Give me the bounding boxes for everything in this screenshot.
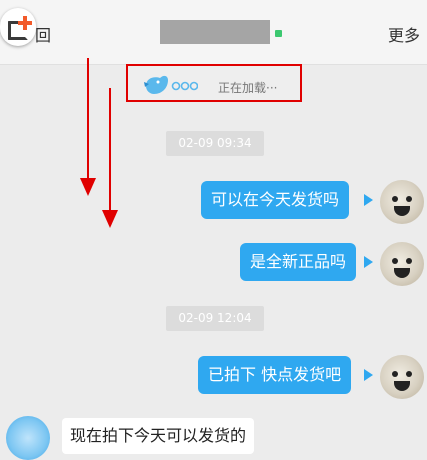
- contact-name-redacted: [160, 20, 270, 44]
- back-button[interactable]: 回: [35, 22, 51, 46]
- loading-text: 正在加载···: [218, 81, 278, 95]
- outgoing-message[interactable]: 是全新正品吗: [240, 243, 357, 281]
- arrow-down-icon: [102, 88, 118, 230]
- online-status-dot: [275, 30, 282, 37]
- bird-loading-icon: [144, 75, 198, 94]
- outgoing-message[interactable]: 可以在今天发货吗: [201, 181, 350, 219]
- bubble-tail: [364, 256, 373, 268]
- avatar[interactable]: [380, 355, 424, 399]
- bubble-tail: [364, 369, 373, 381]
- avatar[interactable]: [380, 180, 424, 224]
- incoming-message[interactable]: 现在拍下今天可以发货的: [62, 418, 255, 454]
- bubble-tail: [364, 194, 373, 206]
- add-icon[interactable]: [0, 8, 36, 46]
- more-button[interactable]: 更多: [388, 22, 420, 46]
- avatar[interactable]: [380, 242, 424, 286]
- avatar[interactable]: [6, 416, 50, 460]
- timestamp: 02-09 12:04: [166, 306, 264, 331]
- outgoing-message[interactable]: 已拍下 快点发货吧: [198, 356, 352, 394]
- arrow-down-icon: [80, 58, 96, 198]
- timestamp: 02-09 09:34: [166, 131, 264, 156]
